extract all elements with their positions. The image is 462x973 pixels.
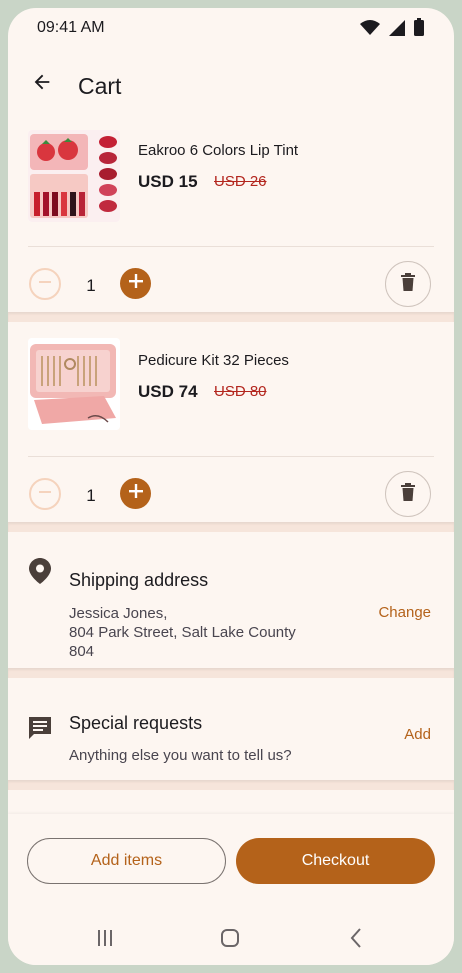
cart-item: Eakroo 6 Colors Lip Tint USD 15 USD 26 1 <box>8 116 454 312</box>
product-original-price: USD 80 <box>214 383 267 400</box>
status-time: 09:41 AM <box>37 19 105 36</box>
minus-icon <box>38 485 52 504</box>
home-button[interactable] <box>210 920 250 960</box>
delete-item-button[interactable] <box>385 471 431 517</box>
add-request-button[interactable]: Add <box>404 726 431 743</box>
chevron-left-icon <box>349 927 363 953</box>
address-line-2: 804 <box>69 643 95 660</box>
wifi-icon <box>360 20 380 41</box>
cart-item: Pedicure Kit 32 Pieces USD 74 USD 80 1 <box>8 322 454 522</box>
section-separator <box>8 522 454 532</box>
add-items-button[interactable]: Add items <box>27 838 226 884</box>
recent-apps-icon <box>96 929 114 952</box>
decrease-quantity-button[interactable] <box>29 478 61 510</box>
comment-icon <box>28 716 52 740</box>
minus-icon <box>38 275 52 294</box>
special-requests-section: Special requests Anything else you want … <box>8 678 454 780</box>
product-image-pedicure-kit <box>28 338 120 430</box>
recipient-name: Jessica Jones, <box>69 605 168 622</box>
location-pin-icon <box>28 558 52 584</box>
recent-apps-button[interactable] <box>85 920 125 960</box>
product-image-lip-tint <box>28 130 120 222</box>
status-icons <box>360 18 424 41</box>
plus-icon <box>128 273 144 294</box>
section-separator <box>8 312 454 322</box>
shipping-address-section: Shipping address Jessica Jones, 804 Park… <box>8 532 454 668</box>
phone-screen: 09:41 AM Cart Eakroo 6 Colors Lip Tint U… <box>8 8 454 965</box>
home-icon <box>221 928 239 952</box>
system-back-button[interactable] <box>336 920 376 960</box>
top-app-bar: Cart <box>8 52 454 116</box>
special-requests-subtitle: Anything else you want to tell us? <box>69 747 292 764</box>
section-separator <box>8 780 454 790</box>
trash-icon <box>400 482 416 506</box>
bottom-action-panel: Add items Checkout <box>8 814 454 965</box>
product-name: Eakroo 6 Colors Lip Tint <box>138 142 299 159</box>
change-address-button[interactable]: Change <box>378 604 431 621</box>
system-navigation-bar <box>8 920 454 960</box>
item-divider <box>28 456 434 457</box>
item-divider <box>28 246 434 247</box>
signal-icon <box>389 20 405 41</box>
section-separator <box>8 668 454 678</box>
special-requests-title: Special requests <box>69 713 203 733</box>
increase-quantity-button[interactable] <box>120 268 151 299</box>
quantity-value: 1 <box>86 276 96 295</box>
shipping-address-title: Shipping address <box>69 570 209 590</box>
checkout-button[interactable]: Checkout <box>236 838 435 884</box>
arrow-back-icon <box>31 71 53 98</box>
plus-icon <box>128 483 144 504</box>
delete-item-button[interactable] <box>385 261 431 307</box>
trash-icon <box>400 272 416 296</box>
decrease-quantity-button[interactable] <box>29 268 61 300</box>
quantity-value: 1 <box>86 486 96 505</box>
product-name: Pedicure Kit 32 Pieces <box>138 352 289 369</box>
increase-quantity-button[interactable] <box>120 478 151 509</box>
product-original-price: USD 26 <box>214 173 267 190</box>
status-bar: 09:41 AM <box>8 8 454 48</box>
product-price: USD 15 <box>138 172 198 191</box>
battery-icon <box>414 18 424 41</box>
product-price: USD 74 <box>138 382 198 401</box>
page-title: Cart <box>78 73 122 99</box>
address-line: 804 Park Street, Salt Lake County <box>69 624 296 641</box>
back-button[interactable] <box>22 64 62 104</box>
